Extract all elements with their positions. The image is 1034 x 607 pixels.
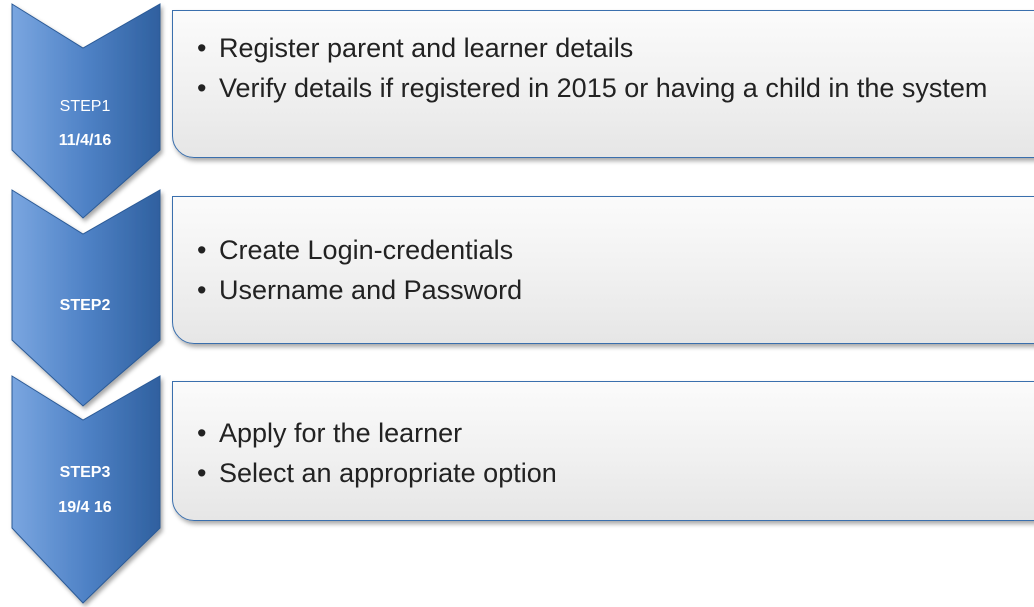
step3-bullet-list: • Apply for the learner • Select an approp…	[197, 416, 1017, 490]
bullet-text: Register parent and learner details	[219, 33, 634, 63]
step3-date: 19/4 16	[58, 499, 112, 516]
list-item: • Select an appropriate option	[197, 456, 1017, 490]
bullet-icon: •	[197, 33, 207, 63]
step3-label: STEP3	[59, 464, 111, 481]
step2-bullet-list: • Create Login-credentials • Username and …	[197, 233, 1017, 307]
bullet-icon: •	[197, 275, 207, 305]
bullet-text: Username and Password	[219, 275, 523, 305]
bullet-icon: •	[197, 458, 207, 488]
list-item: • Create Login-credentials	[197, 233, 1017, 267]
bullet-text: Select an appropriate option	[219, 458, 557, 488]
list-item: • Register parent and learner details	[197, 31, 1017, 65]
bullet-text: Create Login-credentials	[219, 235, 514, 265]
bullet-text: Verify details if registered in 2015 or …	[219, 73, 988, 103]
list-item: • Verify details if registered in 2015 or…	[197, 71, 1017, 105]
bullet-icon: •	[197, 73, 207, 103]
step1-label: STEP1	[59, 98, 111, 115]
step2-box: • Create Login-credentials • Username and …	[172, 196, 1034, 344]
list-item: • Apply for the learner	[197, 416, 1017, 450]
step1-date: 11/4/16	[58, 132, 112, 149]
step1-bullet-list: • Register parent and learner details • Ve…	[197, 31, 1017, 105]
step3-box: • Apply for the learner • Select an approp…	[172, 381, 1034, 521]
bullet-icon: •	[197, 235, 207, 265]
step3-chevron	[11, 375, 161, 604]
bullet-icon: •	[197, 418, 207, 448]
step2-label: STEP2	[59, 297, 111, 314]
step1-box: • Register parent and learner details • Ve…	[172, 10, 1034, 158]
bullet-text: Apply for the learner	[219, 418, 463, 448]
list-item: • Username and Password	[197, 273, 1017, 307]
